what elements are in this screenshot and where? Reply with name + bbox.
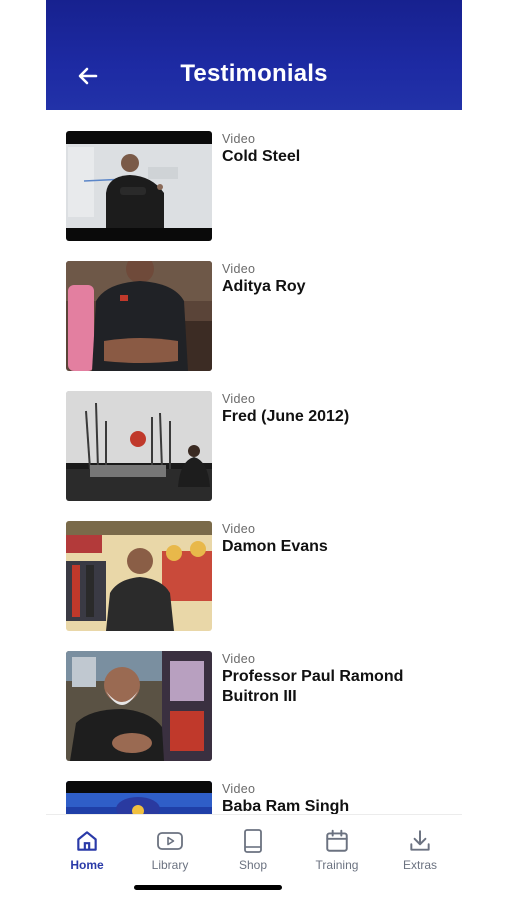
tab-label: Home xyxy=(70,858,104,872)
download-icon xyxy=(410,830,430,851)
list-item[interactable]: Video Fred (June 2012) xyxy=(66,391,456,501)
item-text: Video Fred (June 2012) xyxy=(222,392,452,427)
item-title: Fred (June 2012) xyxy=(222,408,350,425)
video-thumbnail[interactable] xyxy=(66,391,212,501)
item-text: Video Baba Ram Singh xyxy=(222,782,452,814)
tab-training[interactable]: Training xyxy=(297,827,377,872)
tab-label: Library xyxy=(151,858,189,872)
tab-shop[interactable]: Shop xyxy=(213,827,293,872)
testimonials-list[interactable]: Video Cold Steel Video Aditya Roy Video … xyxy=(46,110,462,814)
list-item[interactable]: Video Baba Ram Singh xyxy=(66,781,456,814)
item-title: Damon Evans xyxy=(222,538,328,555)
item-type: Video xyxy=(222,262,256,276)
video-thumbnail[interactable] xyxy=(66,521,212,631)
list-item[interactable]: Video Professor Paul Ramond Buitron III xyxy=(66,651,456,761)
item-text: Video Cold Steel xyxy=(222,132,452,167)
video-library-icon xyxy=(157,832,183,850)
home-indicator[interactable] xyxy=(134,885,282,890)
book-icon xyxy=(244,829,262,853)
item-text: Video Damon Evans xyxy=(222,522,452,557)
list-item[interactable]: Video Cold Steel xyxy=(66,131,456,241)
video-thumbnail[interactable] xyxy=(66,261,212,371)
app-screen: Testimonials Video Cold Steel Video Adit… xyxy=(46,0,462,900)
tab-home[interactable]: Home xyxy=(47,827,127,872)
home-icon xyxy=(77,831,97,851)
item-type: Video xyxy=(222,522,256,536)
tab-label: Training xyxy=(315,858,359,872)
item-title: Professor Paul Ramond Buitron III xyxy=(222,668,404,705)
video-thumbnail[interactable] xyxy=(66,651,212,761)
tab-label: Extras xyxy=(402,858,437,872)
item-type: Video xyxy=(222,652,256,666)
item-type: Video xyxy=(222,392,256,406)
item-text: Video Professor Paul Ramond Buitron III xyxy=(222,652,452,707)
video-thumbnail[interactable] xyxy=(66,781,212,814)
item-title: Aditya Roy xyxy=(222,278,306,295)
calendar-icon xyxy=(326,829,348,852)
item-type: Video xyxy=(222,132,256,146)
list-item[interactable]: Video Damon Evans xyxy=(66,521,456,631)
tab-library[interactable]: Library xyxy=(130,827,210,872)
tab-extras[interactable]: Extras xyxy=(380,827,460,872)
list-item[interactable]: Video Aditya Roy xyxy=(66,261,456,371)
item-type: Video xyxy=(222,782,256,796)
tab-label: Shop xyxy=(238,858,268,872)
item-text: Video Aditya Roy xyxy=(222,262,452,297)
item-title: Baba Ram Singh xyxy=(222,798,350,814)
header-bar: Testimonials xyxy=(46,0,462,110)
video-thumbnail[interactable] xyxy=(66,131,212,241)
page-title: Testimonials xyxy=(180,60,328,87)
item-title: Cold Steel xyxy=(222,148,301,165)
